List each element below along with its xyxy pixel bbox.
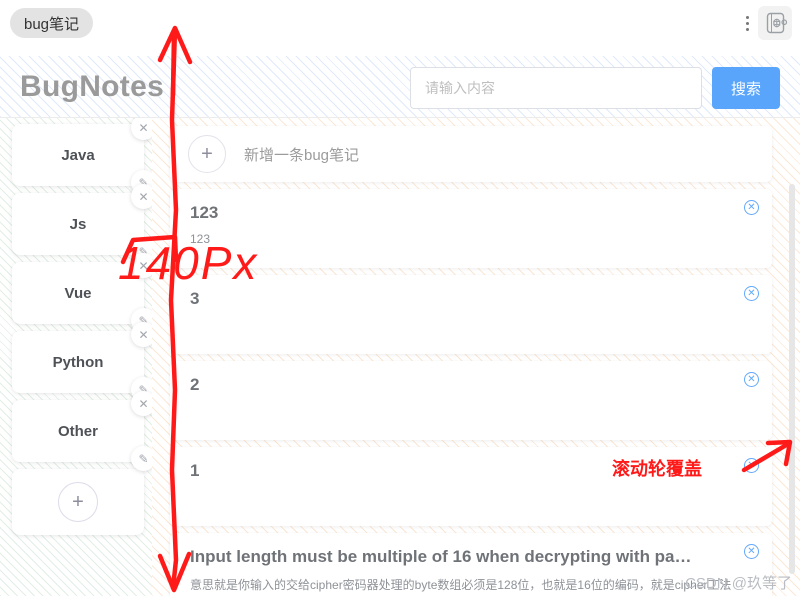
browser-chrome: bug笔记	[0, 0, 800, 56]
notes-panel: + 新增一条bug笔记 123 123 ✕ 3 ✕ 2 ✕ 1 ✕ Input …	[152, 118, 800, 596]
browser-toolbar-right	[738, 6, 792, 40]
sidebar-item-js[interactable]: Js ✕ ✎	[12, 184, 152, 264]
sidebar-item-label: Python	[52, 353, 104, 371]
close-icon[interactable]: ✕	[131, 391, 152, 416]
note-title: Input length must be multiple of 16 when…	[190, 547, 692, 566]
note-title: 3	[190, 289, 200, 308]
note-card[interactable]: 3 ✕	[170, 275, 772, 354]
close-icon[interactable]: ✕	[131, 322, 152, 347]
note-card[interactable]: 2 ✕	[170, 361, 772, 440]
close-circle-icon[interactable]: ✕	[744, 458, 759, 473]
plus-icon: +	[58, 482, 98, 522]
note-title: 123	[190, 203, 219, 222]
close-circle-icon[interactable]: ✕	[744, 544, 759, 559]
sidebar-item-label: Other	[57, 422, 98, 440]
note-title: 1	[190, 461, 200, 480]
bug-notebook-icon[interactable]	[758, 6, 792, 40]
search-button[interactable]: 搜索	[712, 67, 780, 109]
close-icon[interactable]: ✕	[131, 253, 152, 278]
app-root: bug笔记 BugNotes 请输入内容 搜索 Java ✕ ✎ Js ✕ ✎ …	[0, 0, 800, 596]
sidebar-item-label: Java	[61, 146, 95, 164]
page-title: BugNotes	[20, 69, 165, 103]
search-bar: 搜索	[410, 67, 780, 109]
sidebar-item-label: Js	[69, 215, 87, 233]
sidebar-item-python[interactable]: Python ✕ ✎	[12, 322, 152, 402]
notes-list: + 新增一条bug笔记 123 123 ✕ 3 ✕ 2 ✕ 1 ✕ Input …	[152, 118, 800, 596]
watermark: CSDN @玖等了	[685, 575, 792, 592]
plus-icon: +	[188, 135, 226, 173]
add-note-label: 新增一条bug笔记	[244, 146, 360, 164]
sidebar-item-vue[interactable]: Vue ✕ ✎	[12, 253, 152, 333]
close-icon[interactable]: ✕	[131, 118, 152, 140]
add-category-button[interactable]: +	[12, 469, 144, 535]
sidebar-item-other[interactable]: Other ✕ ✎	[12, 391, 152, 471]
note-card[interactable]: 1 ✕	[170, 447, 772, 526]
body-area: Java ✕ ✎ Js ✕ ✎ Vue ✕ ✎ Python ✕ ✎ Other	[0, 118, 800, 596]
browser-tab[interactable]: bug笔记	[10, 8, 94, 38]
close-circle-icon[interactable]: ✕	[744, 286, 759, 301]
close-circle-icon[interactable]: ✕	[744, 372, 759, 387]
vertical-scrollbar[interactable]	[789, 184, 795, 574]
category-sidebar: Java ✕ ✎ Js ✕ ✎ Vue ✕ ✎ Python ✕ ✎ Other	[0, 118, 152, 596]
note-title: 2	[190, 375, 200, 394]
add-note-bar[interactable]: + 新增一条bug笔记	[170, 126, 772, 182]
edit-icon[interactable]: ✎	[131, 446, 152, 471]
kebab-menu-icon[interactable]	[738, 8, 756, 38]
note-body: 意思就是你输入的交给cipher密码器处理的byte数组必须是128位，也就是1…	[190, 578, 732, 592]
search-input[interactable]	[410, 67, 702, 109]
close-circle-icon[interactable]: ✕	[744, 200, 759, 215]
note-body: 123	[190, 232, 211, 246]
sidebar-item-java[interactable]: Java ✕ ✎	[12, 118, 152, 195]
note-card[interactable]: 123 123 ✕	[170, 189, 772, 268]
close-icon[interactable]: ✕	[131, 184, 152, 209]
sidebar-item-label: Vue	[64, 284, 92, 302]
browser-tab-title: bug笔记	[24, 15, 80, 33]
page-header: BugNotes 搜索	[0, 56, 800, 118]
note-card[interactable]: Input length must be multiple of 16 when…	[170, 533, 772, 596]
